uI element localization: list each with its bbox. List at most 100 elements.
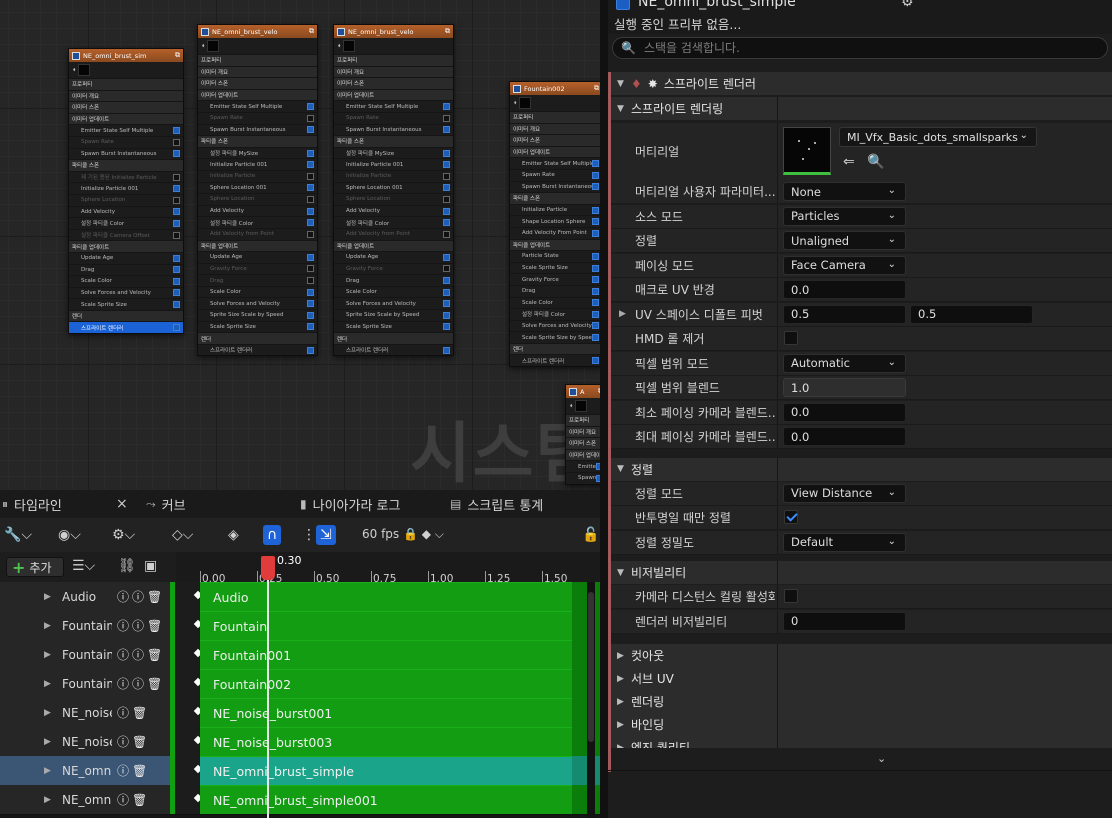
property-number-field[interactable]: 0.0 — [783, 402, 906, 422]
emitter-module-row[interactable]: 제 기된 용된 Initialize Particle — [69, 170, 183, 183]
module-enable-checkbox[interactable] — [307, 288, 314, 296]
module-enable-checkbox[interactable] — [592, 310, 599, 318]
tab-script-stats[interactable]: ▤ 스크립트 통계 — [450, 490, 543, 518]
open-external-icon[interactable]: ⧉ — [445, 27, 450, 36]
emitter-module-row[interactable]: 이미터 업데이트 — [510, 145, 600, 158]
emitter-module-row[interactable]: 프로퍼티 — [198, 54, 317, 66]
more-options-icon[interactable]: ⋮ — [302, 525, 316, 545]
emitter-module-row[interactable]: Spawn Burst Instantaneous — [69, 147, 183, 160]
module-enable-checkbox[interactable] — [443, 311, 450, 319]
emitter-module-row[interactable]: Drag — [334, 274, 453, 286]
module-enable-checkbox[interactable] — [592, 218, 599, 226]
module-enable-checkbox[interactable] — [307, 230, 314, 238]
module-enable-checkbox[interactable] — [173, 150, 180, 158]
emitter-module-row[interactable]: 파티클 스폰 — [69, 159, 183, 171]
expand-arrow-icon[interactable]: ▶ — [44, 708, 54, 718]
expand-arrow-icon[interactable]: ▶ — [44, 621, 54, 631]
emitter-module-row[interactable]: 프로퍼티 — [566, 414, 600, 426]
emitter-module-row[interactable]: Sprite Size Scale by Speed — [198, 309, 317, 321]
emitter-module-row[interactable]: Emitter State Self Multiple — [69, 124, 183, 136]
module-enable-checkbox[interactable] — [173, 289, 180, 297]
timeline-track[interactable]: ▶Fountain001ⓘⓘ🗑Fountain001 — [0, 640, 600, 670]
emitter-module-row[interactable]: 파티클 스폰 — [198, 135, 317, 147]
timeline-scrollbar[interactable] — [587, 582, 595, 818]
wrench-icon[interactable]: 🔧⌵ — [4, 525, 32, 545]
emitter-module-row[interactable]: Solve Forces and Velocity — [334, 297, 453, 309]
system-overview-graph[interactable]: 시스템 NE_omni_brust_sim ⧉ ⬧ 프로퍼티 이미터 개요 이미터 스폰 이… — [0, 0, 600, 490]
module-enable-checkbox[interactable] — [307, 161, 314, 169]
emitter-module-row[interactable]: 파티클 업데이트 — [198, 239, 317, 252]
track-header[interactable]: ▶ NE_noise_burst003 ⓘ🗑 — [0, 727, 170, 756]
info-icon[interactable]: ⓘ — [132, 619, 147, 633]
trash-icon[interactable]: 🗑 — [147, 648, 165, 662]
emitter-module-row[interactable]: 스프라이트 렌더러 — [510, 354, 600, 366]
trash-icon[interactable]: 🗑 — [147, 619, 165, 633]
emitter-node-header[interactable]: A⧉ — [566, 385, 600, 398]
emitter-module-row[interactable]: Initialize Particle — [510, 203, 600, 216]
chevron-down-icon[interactable]: ⌄ — [877, 752, 886, 765]
emitter-module-row[interactable]: 이미터 스폰 — [510, 134, 600, 146]
emitter-module-row[interactable]: Sphere Location — [69, 193, 183, 206]
track-header[interactable]: ▶ Fountain ⓘⓘ🗑 — [0, 611, 170, 640]
module-enable-checkbox[interactable] — [173, 301, 180, 309]
track-section-bar[interactable]: Fountain — [200, 611, 572, 640]
track-header[interactable]: ▶Fountain001ⓘⓘ🗑 — [0, 640, 170, 669]
module-enable-checkbox[interactable] — [592, 229, 599, 237]
snap-magnet-icon[interactable]: ∩ — [263, 525, 282, 545]
emitter-module-row[interactable]: 이미터 스폰 — [334, 77, 453, 89]
emitter-module-row[interactable]: 렌더 — [334, 332, 453, 344]
track-section-bar[interactable]: Fountain002 — [200, 669, 572, 698]
emitter-module-row[interactable]: Add Velocity — [198, 204, 317, 217]
emitter-node[interactable]: NE_omni_brust_velo ⧉ ⬧ 프로퍼티 이미터 개요 이미터 스폰 이미터 … — [333, 24, 454, 357]
emitter-module-row[interactable]: Add Velocity from Point — [198, 227, 317, 240]
stack-search[interactable]: 🔍 — [612, 37, 1108, 59]
emitter-node-header[interactable]: NE_omni_brust_velo ⧉ — [198, 25, 317, 38]
module-enable-checkbox[interactable] — [173, 277, 180, 285]
timeline-track[interactable]: ▶ NE_noise_burst003 ⓘ🗑 NE_noise_burst003 — [0, 727, 600, 757]
property-checkbox[interactable] — [784, 589, 798, 603]
emitter-node[interactable]: NE_omni_brust_velo ⧉ ⬧ 프로퍼티 이미터 개요 이미터 스폰 이미터 … — [197, 24, 318, 357]
emitter-node-header[interactable]: Fountain002 ⧉ — [510, 82, 600, 95]
module-enable-checkbox[interactable] — [592, 206, 599, 214]
module-enable-checkbox[interactable] — [443, 277, 450, 285]
module-enable-checkbox[interactable] — [307, 346, 314, 354]
renderer-header[interactable]: ▼ ♦ ✸ 스프라이트 렌더러 — [611, 72, 1112, 95]
emitter-module-row[interactable]: Sphere Location 001 — [334, 181, 453, 194]
emitter-module-row[interactable]: 파티클 스폰 — [334, 135, 453, 147]
timeline-track[interactable]: ▶Fountain002ⓘⓘ🗑Fountain002 — [0, 669, 600, 699]
info-icon[interactable]: ⓘ — [132, 677, 147, 691]
use-selected-asset-icon[interactable]: ⇐ — [843, 154, 855, 170]
emitter-enabled-checkbox[interactable] — [616, 0, 630, 10]
module-enable-checkbox[interactable] — [307, 265, 314, 273]
emitter-module-row[interactable]: Spawn Burst Instantaneous — [198, 123, 317, 136]
emitter-module-row[interactable]: 파티클 업데이트 — [334, 239, 453, 252]
emitter-module-row[interactable]: Update Age — [69, 251, 183, 264]
module-enable-checkbox[interactable] — [307, 184, 314, 192]
module-enable-checkbox[interactable] — [592, 252, 599, 260]
browse-asset-icon[interactable]: 🔍 — [867, 154, 884, 170]
module-enable-checkbox[interactable] — [592, 299, 599, 307]
collapsed-section[interactable]: ▶ 바인딩 — [611, 713, 1112, 736]
module-enable-checkbox[interactable] — [443, 300, 450, 308]
filter-icon[interactable]: ☰⌵ — [72, 556, 95, 576]
emitter-module-row[interactable]: Update Age — [198, 251, 317, 263]
module-enable-checkbox[interactable] — [173, 208, 180, 216]
module-enable-checkbox[interactable] — [443, 161, 450, 169]
property-dropdown[interactable]: Face Camera ⌄ — [783, 255, 906, 275]
track-header[interactable]: ▶ NE_noise_burst001 ⓘ🗑 — [0, 698, 170, 727]
module-enable-checkbox[interactable] — [173, 196, 180, 204]
module-enable-checkbox[interactable] — [307, 149, 314, 157]
info-icon[interactable]: ⓘ — [117, 648, 132, 662]
timeline-track[interactable]: ▶ NE_noise_burst001 ⓘ🗑 NE_noise_burst001 — [0, 698, 600, 728]
property-dropdown[interactable]: Particles ⌄ — [783, 206, 906, 226]
emitter-module-row[interactable]: 이미터 개요 — [334, 65, 453, 78]
emitter-module-row[interactable]: Add Velocity from Point — [334, 227, 453, 240]
module-enable-checkbox[interactable] — [307, 114, 314, 122]
emitter-module-row[interactable]: 설정 파티클 MySize — [198, 146, 317, 159]
emitter-module-row[interactable]: 이미터 개요 — [69, 89, 183, 102]
emitter-module-row[interactable]: Drag — [198, 274, 317, 286]
emitter-module-row[interactable]: 설정 파티클 Color — [198, 216, 317, 228]
open-external-icon[interactable]: ⧉ — [309, 27, 314, 36]
module-enable-checkbox[interactable] — [173, 254, 180, 262]
module-enable-checkbox[interactable] — [173, 127, 180, 135]
